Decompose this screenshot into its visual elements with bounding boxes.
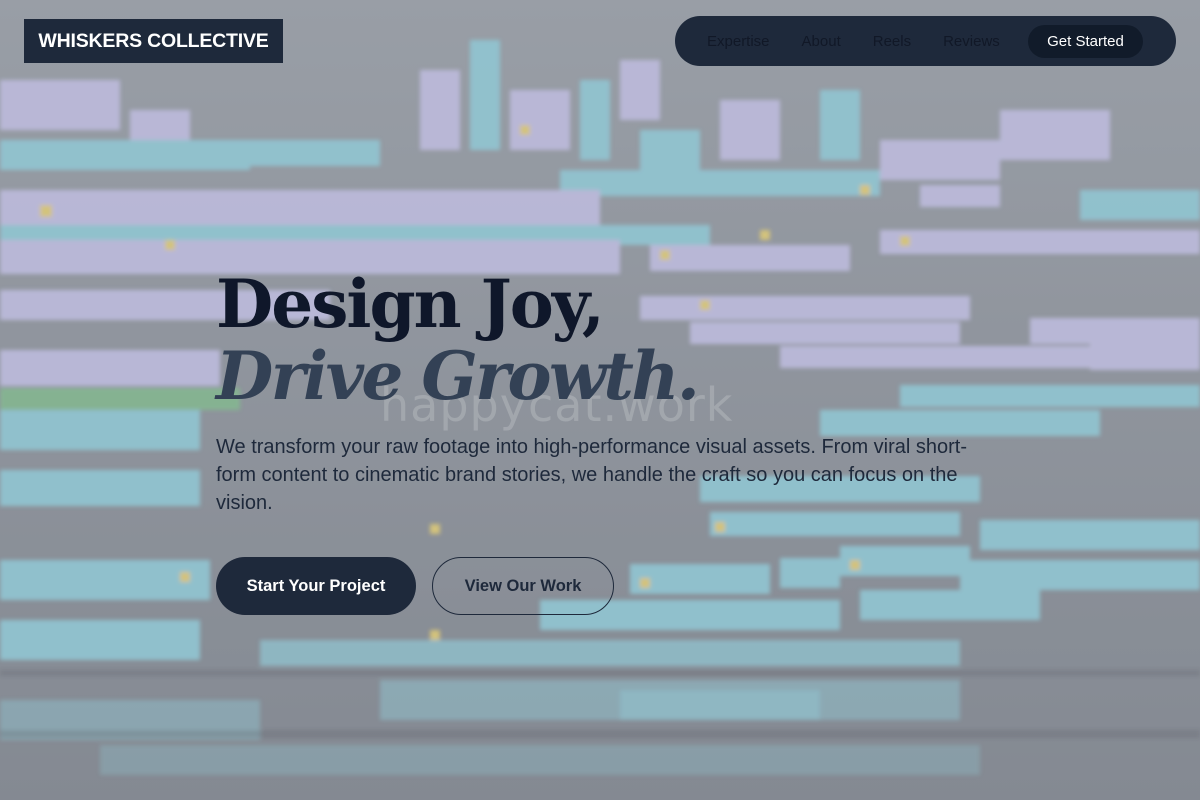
nav-link-reviews[interactable]: Reviews	[943, 33, 1000, 50]
brand-name: WHISKERS COLLECTIVE	[38, 29, 269, 52]
hero-headline-line2: Drive Growth.	[216, 337, 700, 415]
nav-link-reels[interactable]: Reels	[873, 33, 911, 50]
brand-logo[interactable]: WHISKERS COLLECTIVE	[24, 19, 283, 63]
nav-link-about[interactable]: About	[802, 33, 841, 50]
nav-link-expertise[interactable]: Expertise	[707, 33, 770, 50]
start-your-project-button[interactable]: Start Your Project	[216, 557, 416, 615]
top-navigation: Expertise About Reels Reviews Get Starte…	[675, 16, 1176, 66]
get-started-button[interactable]: Get Started	[1028, 25, 1143, 58]
view-our-work-button[interactable]: View Our Work	[432, 557, 614, 615]
hero-headline-line1: Design Joy,	[216, 265, 605, 343]
hero-description: We transform your raw footage into high-…	[216, 436, 968, 514]
